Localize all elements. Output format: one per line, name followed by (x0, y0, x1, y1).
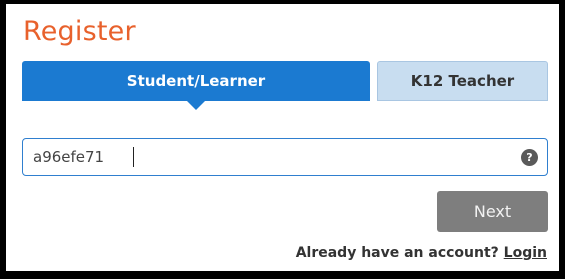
active-tab-pointer (186, 100, 206, 110)
tab-student-learner-label: Student/Learner (126, 72, 266, 90)
tab-student-learner[interactable]: Student/Learner (22, 61, 370, 110)
login-prompt: Already have an account? Login (296, 245, 547, 261)
page-title: Register (23, 16, 136, 47)
login-prompt-text: Already have an account? (295, 245, 499, 261)
tab-k12-teacher[interactable]: K12 Teacher (377, 61, 548, 101)
access-code-input[interactable] (23, 139, 523, 175)
text-cursor (133, 147, 134, 167)
register-panel: Register Student/Learner K12 Teacher ? N… (6, 4, 559, 271)
login-link[interactable]: Login (504, 245, 547, 261)
help-icon[interactable]: ? (521, 149, 538, 166)
tab-k12-teacher-label: K12 Teacher (410, 72, 515, 90)
next-button[interactable]: Next (437, 191, 548, 232)
access-code-field[interactable]: ? (22, 138, 548, 176)
